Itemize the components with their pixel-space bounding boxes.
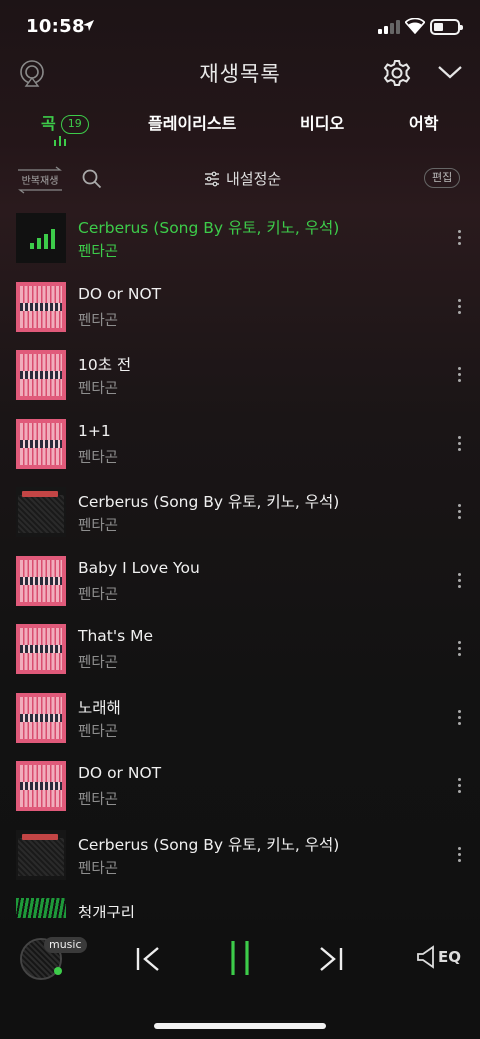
- song-row[interactable]: 노래해펜타곤: [0, 685, 480, 754]
- album-art: [16, 213, 66, 263]
- song-title: 1+1: [78, 421, 111, 440]
- song-artist: 펜타곤: [78, 381, 119, 397]
- album-art: [16, 761, 66, 811]
- sort-button[interactable]: 내설정순: [204, 168, 281, 189]
- song-title: Cerberus (Song By 유토, 키노, 우석): [78, 493, 340, 511]
- eq-label: EQ: [438, 948, 461, 966]
- song-title: 노래해: [78, 698, 121, 717]
- song-row[interactable]: DO or NOT 펜타곤: [0, 274, 480, 343]
- repeat-label: 반복재생: [21, 176, 59, 187]
- tab-language[interactable]: 어학: [409, 110, 438, 134]
- previous-track-icon[interactable]: [135, 946, 161, 972]
- list-toolbar: 반복재생 내설정순 편집: [0, 160, 480, 200]
- song-title: 청개구리: [78, 904, 136, 918]
- song-artist: 펜타곤: [78, 518, 119, 534]
- playing-dot-icon: [54, 967, 62, 975]
- tab-songs-label: 곡: [41, 114, 56, 133]
- song-title: Cerberus (Song By 유토, 키노, 우석): [78, 219, 340, 237]
- song-title: That's Me: [78, 627, 154, 645]
- album-art: [16, 555, 66, 606]
- song-row[interactable]: Baby I Love You 펜타곤: [0, 548, 480, 617]
- search-icon[interactable]: [82, 169, 102, 189]
- song-artist: 펜타곤: [78, 655, 119, 671]
- song-title: DO or NOT: [78, 764, 162, 782]
- player-bar: music EQ: [0, 920, 480, 1000]
- album-art: [16, 692, 66, 743]
- song-row[interactable]: Cerberus (Song By 유토, 키노, 우석) 펜타곤: [0, 479, 480, 548]
- chevron-down-icon[interactable]: [437, 64, 463, 80]
- album-art: [16, 624, 66, 674]
- album-art: [16, 487, 66, 537]
- song-artist: 펜타곤: [78, 586, 119, 603]
- location-arrow-icon: [83, 20, 94, 31]
- edit-button[interactable]: 편집: [424, 168, 461, 188]
- tab-songs[interactable]: 곡 19: [41, 110, 89, 134]
- album-art: [16, 898, 66, 918]
- song-artist: 펜타곤: [78, 449, 119, 466]
- gear-icon[interactable]: [383, 59, 411, 87]
- equalizer-button[interactable]: EQ: [416, 945, 461, 969]
- song-title: 10초 전: [78, 356, 132, 374]
- song-row[interactable]: That's Me 펜타곤: [0, 616, 480, 685]
- header: 재생목록: [0, 56, 480, 96]
- song-artist: 펜타곤: [78, 244, 119, 260]
- more-options-icon[interactable]: [456, 367, 462, 387]
- more-options-icon[interactable]: [456, 778, 462, 798]
- more-options-icon[interactable]: [456, 230, 462, 250]
- next-track-icon[interactable]: [318, 946, 344, 972]
- more-options-icon[interactable]: [456, 435, 462, 456]
- song-count-badge: 19: [60, 115, 89, 134]
- song-artist: 펜타곤: [78, 792, 119, 808]
- sort-options-icon: [205, 171, 219, 186]
- tab-videos[interactable]: 비디오: [300, 110, 344, 134]
- more-options-icon[interactable]: [456, 641, 462, 661]
- more-options-icon[interactable]: [456, 298, 462, 319]
- sort-label: 내설정순: [226, 170, 282, 188]
- song-row[interactable]: 1+1 펜타곤: [0, 411, 480, 480]
- album-art: [16, 418, 66, 469]
- battery-icon: [430, 19, 463, 35]
- album-art: [16, 829, 66, 880]
- status-time: 10:58: [26, 16, 85, 37]
- status-bar: 10:58: [0, 0, 480, 56]
- song-artist: 펜타곤: [78, 312, 119, 329]
- repeat-button[interactable]: 반복재생: [16, 166, 64, 194]
- more-options-icon[interactable]: [456, 846, 462, 867]
- playing-indicator-icon: [54, 136, 66, 146]
- song-row[interactable]: Cerberus (Song By 유토, 키노, 우석) 펜타곤: [0, 205, 480, 274]
- speaker-icon: [417, 945, 434, 969]
- now-playing-bars-icon: [30, 229, 55, 249]
- song-row[interactable]: Cerberus (Song By 유토, 키노, 우석) 펜타곤: [0, 822, 480, 891]
- cellular-signal-icon: [378, 20, 400, 34]
- song-title: Cerberus (Song By 유토, 키노, 우석): [78, 835, 340, 854]
- song-artist: 펜타곤: [78, 860, 119, 877]
- album-art: [16, 281, 66, 332]
- more-options-icon[interactable]: [456, 504, 462, 524]
- song-row[interactable]: 청개구리: [0, 890, 480, 918]
- home-indicator[interactable]: [154, 1023, 326, 1029]
- song-title: DO or NOT: [78, 284, 162, 303]
- song-list: Cerberus (Song By 유토, 키노, 우석) 펜타곤 DO or NO…: [0, 205, 480, 918]
- album-art: [16, 350, 66, 400]
- wifi-icon: [405, 18, 425, 34]
- song-row[interactable]: 10초 전펜타곤: [0, 342, 480, 411]
- song-row[interactable]: DO or NOT 펜타곤: [0, 753, 480, 822]
- more-options-icon[interactable]: [456, 572, 462, 593]
- song-title: Baby I Love You: [78, 558, 200, 577]
- music-badge: music: [44, 937, 87, 953]
- pause-icon[interactable]: [229, 939, 251, 977]
- tab-bar: 곡 19 플레이리스트 비디오 어학: [0, 108, 480, 148]
- tab-playlists[interactable]: 플레이리스트: [148, 110, 236, 134]
- song-artist: 펜타곤: [78, 723, 119, 740]
- more-options-icon[interactable]: [456, 709, 462, 730]
